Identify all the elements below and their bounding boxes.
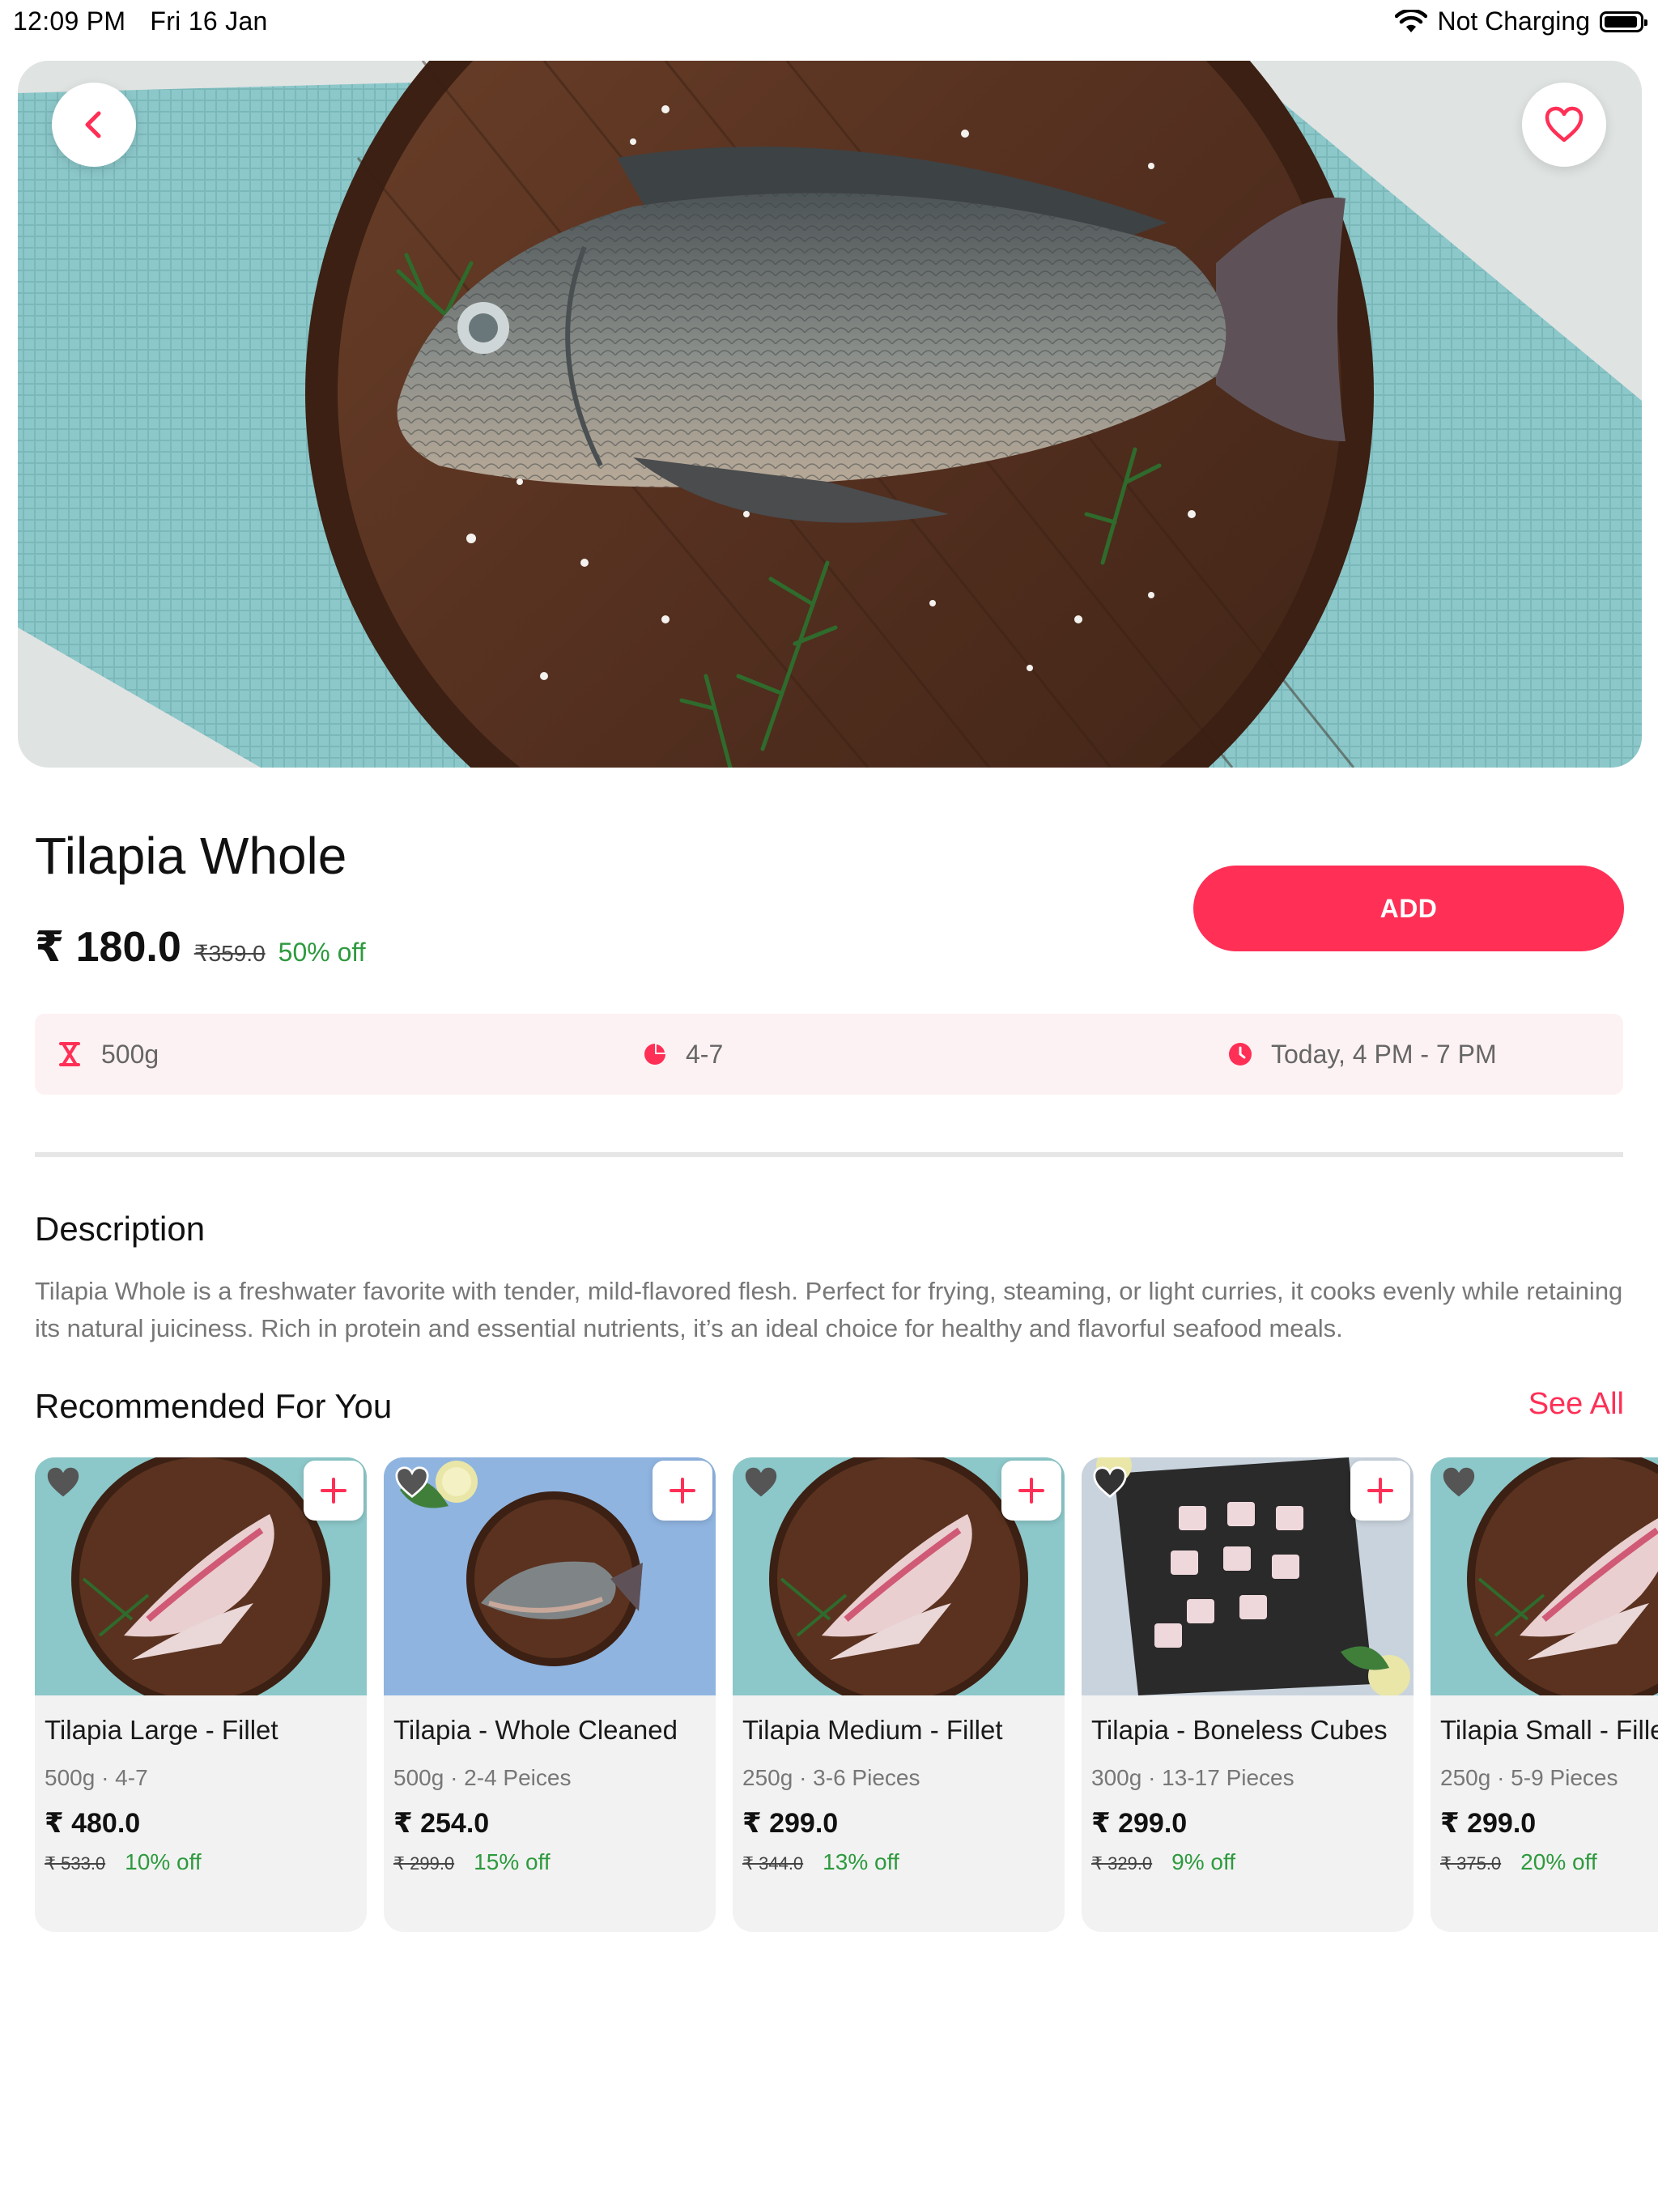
status-left: 12:09 PM Fri 16 Jan [13,6,268,36]
card-mrp: ₹ 533.0 [45,1853,106,1874]
charging-status: Not Charging [1437,6,1590,36]
card-mrp-row: ₹ 299.0 15% off [393,1849,551,1875]
description-heading: Description [35,1210,206,1248]
card-meta: 250g · 5-9 Pieces [1440,1765,1618,1790]
card-mrp: ₹ 329.0 [1091,1853,1153,1874]
clock-icon [1229,1043,1252,1066]
chevron-left-icon [85,111,101,138]
favorite-button[interactable] [1522,83,1606,167]
pieces-info: 4-7 [642,1014,723,1095]
card-mrp: ₹ 375.0 [1440,1853,1502,1874]
hourglass-scale-icon [59,1042,80,1066]
add-button[interactable] [1001,1461,1061,1521]
card-name: Tilapia Large - Fillet [45,1715,278,1745]
card-mrp-row: ₹ 329.0 9% off [1091,1849,1235,1875]
product-mrp: ₹359.0 [193,941,266,966]
back-button[interactable] [52,83,136,167]
heart-icon[interactable] [1440,1465,1477,1499]
card-meta: 300g · 13-17 Pieces [1091,1765,1295,1790]
status-right: Not Charging [1395,6,1647,36]
heart-icon [1545,106,1584,143]
tilapia-photo [18,61,1642,768]
card-name: Tilapia - Boneless Cubes [1091,1715,1388,1745]
card-name: Tilapia - Whole Cleaned [393,1715,678,1745]
plus-icon [1367,1478,1393,1504]
add-to-cart-button[interactable]: ADD [1193,866,1624,951]
card-price: ₹ 254.0 [393,1808,490,1839]
product-title: Tilapia Whole [35,827,347,885]
card-discount: 9% off [1171,1849,1236,1874]
pieces-value: 4-7 [686,1039,724,1069]
card-mrp: ₹ 299.0 [393,1853,455,1874]
heart-icon[interactable] [45,1465,82,1499]
weight-value: 500g [101,1039,159,1069]
plus-icon [1018,1478,1044,1504]
add-button[interactable] [1350,1461,1410,1521]
product-price: ₹ 180.0 [35,924,181,971]
card-meta: 250g · 3-6 Pieces [742,1765,920,1790]
recommended-carousel[interactable]: Tilapia Large - Fillet 500g · 4-7 ₹ 480.… [0,1457,1658,1935]
status-bar: 12:09 PM Fri 16 Jan Not Charging [0,0,1658,45]
see-all-link[interactable]: See All [1528,1387,1624,1422]
card-meta: 500g · 2-4 Peices [393,1765,572,1790]
plus-icon [670,1478,695,1504]
card-mrp-row: ₹ 375.0 20% off [1440,1849,1597,1875]
card-discount: 10% off [125,1849,202,1874]
price-row: ₹ 180.0 ₹359.0 50% off [35,923,366,972]
description-text: Tilapia Whole is a freshwater favorite w… [35,1277,1623,1342]
card-meta: 500g · 4-7 [45,1765,148,1790]
product-card[interactable]: Tilapia Small - Fillet 250g · 5-9 Pieces… [1431,1457,1658,1932]
delivery-value: Today, 4 PM - 7 PM [1271,1039,1497,1069]
plus-icon [321,1478,346,1504]
heart-icon[interactable] [742,1465,780,1499]
card-discount: 13% off [823,1849,899,1874]
pie-chart-icon [644,1042,667,1065]
product-card[interactable]: Tilapia - Whole Cleaned 500g · 2-4 Peice… [384,1457,716,1932]
recommended-heading: Recommended For You [35,1387,393,1425]
card-discount: 20% off [1520,1849,1597,1874]
weight-info: 500g [56,1014,159,1095]
card-mrp-row: ₹ 533.0 10% off [45,1849,202,1875]
product-card[interactable]: Tilapia - Boneless Cubes 300g · 13-17 Pi… [1082,1457,1414,1932]
card-price: ₹ 299.0 [1091,1808,1188,1839]
add-button[interactable] [304,1461,363,1521]
product-hero-image [18,61,1642,768]
card-discount: 15% off [474,1849,551,1874]
product-info-bar: 500g 4-7 Today, 4 PM - 7 PM [35,1014,1623,1095]
section-divider [35,1152,1623,1157]
heart-icon[interactable] [1091,1465,1129,1499]
card-price: ₹ 299.0 [1440,1808,1537,1839]
card-price: ₹ 480.0 [45,1808,141,1839]
product-card[interactable]: Tilapia Medium - Fillet 250g · 3-6 Piece… [733,1457,1065,1932]
card-mrp: ₹ 344.0 [742,1853,804,1874]
delivery-info: Today, 4 PM - 7 PM [1227,1014,1497,1095]
card-price: ₹ 299.0 [742,1808,839,1839]
card-name: Tilapia Small - Fillet [1440,1715,1658,1745]
add-button[interactable] [653,1461,712,1521]
product-card[interactable]: Tilapia Large - Fillet 500g · 4-7 ₹ 480.… [35,1457,367,1932]
status-date: Fri 16 Jan [150,6,268,36]
card-name: Tilapia Medium - Fillet [742,1715,1003,1745]
card-mrp-row: ₹ 344.0 13% off [742,1849,899,1875]
wifi-icon [1395,9,1428,32]
status-time: 12:09 PM [13,6,126,36]
heart-icon[interactable] [393,1465,431,1499]
product-discount: 50% off [278,938,366,967]
battery-icon [1600,11,1647,32]
